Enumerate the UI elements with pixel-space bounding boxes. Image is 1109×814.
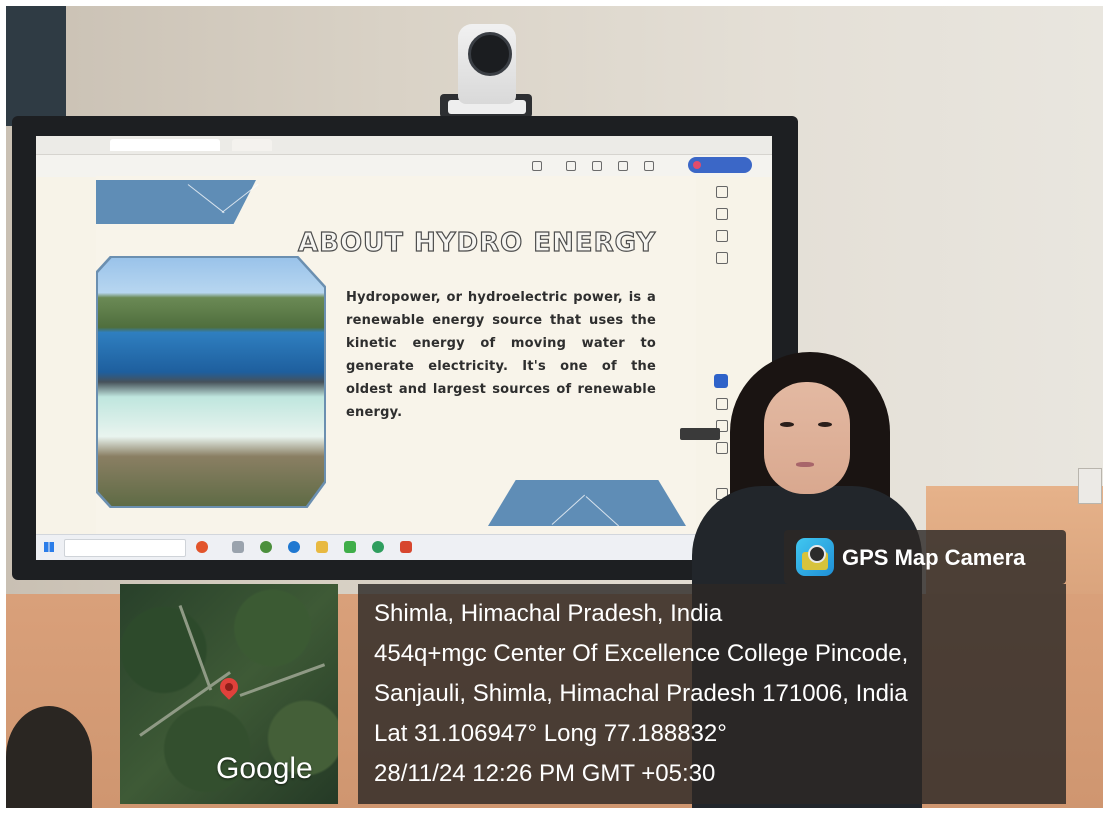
share-icon[interactable] <box>716 230 728 242</box>
acrobat-icon[interactable] <box>400 541 412 553</box>
presenter-mouth <box>796 462 814 467</box>
task-view-icon[interactable] <box>232 541 244 553</box>
map-road <box>139 671 231 737</box>
zoom-icon[interactable] <box>532 161 542 171</box>
chrome-icon[interactable] <box>260 541 272 553</box>
camera-lens <box>468 32 512 76</box>
page-icon[interactable] <box>716 252 728 264</box>
address-line-1: 454q+mgc Center Of Excellence College Pi… <box>374 640 909 667</box>
taskbar-search-box[interactable] <box>64 539 186 557</box>
zoom-in-icon[interactable] <box>716 398 728 410</box>
slide-title: ABOUT HYDRO ENERGY <box>297 227 657 258</box>
map-thumbnail: Google <box>120 584 338 804</box>
windows-start-icon[interactable] <box>44 542 54 552</box>
map-road <box>178 604 213 691</box>
gps-app-name: GPS Map Camera <box>842 545 1026 570</box>
audience-head <box>6 706 92 808</box>
wall-board <box>6 6 66 126</box>
timestamp: 28/11/24 12:26 PM GMT +05:30 <box>374 760 716 787</box>
presenter-eye <box>818 422 832 427</box>
chrome-alt-icon[interactable] <box>372 541 384 553</box>
slide-decoration-top <box>96 180 256 224</box>
highlight-icon[interactable] <box>592 161 602 171</box>
pdf-viewer-toolbar <box>36 155 772 177</box>
browser-tab-active[interactable] <box>110 139 220 151</box>
erase-icon[interactable] <box>618 161 628 171</box>
location-title: Shimla, Himachal Pradesh, India <box>374 600 723 627</box>
weather-app-icon[interactable] <box>196 541 208 553</box>
smart-board-display: ABOUT HYDRO ENERGY Hydropower, or hydroe… <box>12 116 798 580</box>
address-line-2: Sanjauli, Shimla, Himachal Pradesh 17100… <box>374 680 908 707</box>
hydro-dam-image <box>98 258 324 506</box>
tool-tooltip <box>680 428 720 440</box>
presentation-slide: ABOUT HYDRO ENERGY Hydropower, or hydroe… <box>96 176 696 536</box>
display-screen: ABOUT HYDRO ENERGY Hydropower, or hydroe… <box>36 136 772 560</box>
coordinates: Lat 31.106947° Long 77.188832° <box>374 720 727 747</box>
ceiling-ptz-camera <box>432 16 542 126</box>
meet-app-icon[interactable] <box>344 541 356 553</box>
switch-box <box>1078 468 1102 504</box>
map-road <box>239 663 326 697</box>
gps-app-badge: GPS Map Camera <box>784 530 1066 584</box>
file-explorer-icon[interactable] <box>316 541 328 553</box>
map-provider-logo: Google <box>216 752 313 785</box>
print-icon[interactable] <box>644 161 654 171</box>
gps-camera-icon <box>796 538 834 576</box>
browser-tab[interactable] <box>232 139 272 151</box>
slide-decoration-bottom <box>488 480 686 526</box>
settings-icon[interactable] <box>716 208 728 220</box>
slide-body-text: Hydropower, or hydroelectric power, is a… <box>346 290 656 420</box>
draw-icon[interactable] <box>566 161 576 171</box>
copilot-button[interactable] <box>688 157 752 173</box>
windows-taskbar <box>36 534 772 560</box>
search-icon[interactable] <box>716 488 728 500</box>
pointer-tool-icon[interactable] <box>714 374 728 388</box>
location-info-panel: Shimla, Himachal Pradesh, India 454q+mgc… <box>358 584 1066 804</box>
shape-icon[interactable] <box>716 442 728 454</box>
copy-icon[interactable] <box>716 186 728 198</box>
classroom-photo: ABOUT HYDRO ENERGY Hydropower, or hydroe… <box>6 6 1103 808</box>
annotation-side-rail <box>712 178 732 518</box>
browser-titlebar <box>36 136 772 155</box>
edge-icon[interactable] <box>288 541 300 553</box>
